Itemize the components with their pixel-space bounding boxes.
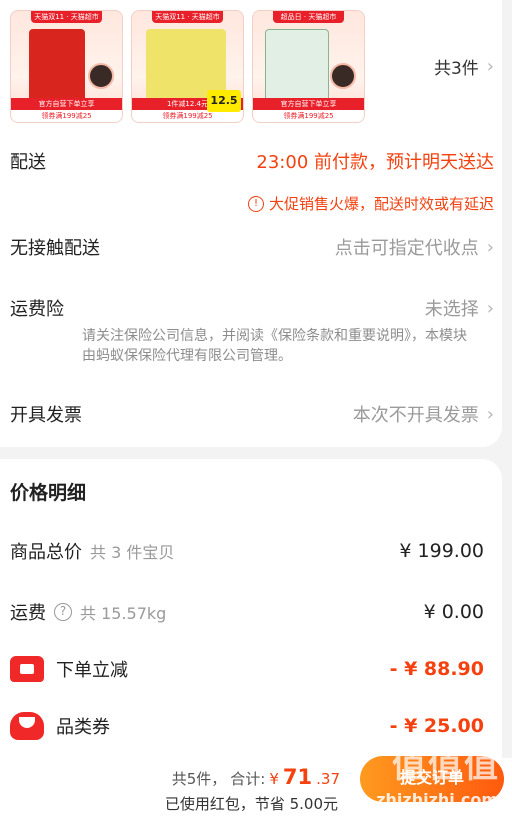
shipping-weight: 共 15.57kg xyxy=(80,604,167,623)
coupon-row: 品类券 - ¥ 25.00 xyxy=(10,712,484,740)
price-tag: 12.5 xyxy=(207,90,241,112)
insurance-label: 运费险 xyxy=(10,299,64,320)
watermark-logo: 值值值 xyxy=(392,746,500,786)
warning-icon: ! xyxy=(247,195,264,212)
product-thumbnail-2[interactable]: 天猫双11 · 天猫超市 1件减12.4元 领券满199减25 12.5 xyxy=(131,10,244,123)
chevron-right-icon: › xyxy=(486,56,494,77)
chevron-right-icon: › xyxy=(486,297,494,319)
shipping-label: 运费 xyxy=(10,603,46,624)
product-image xyxy=(29,29,85,103)
order-total: 共5件， 合计: ¥ 71 .37 xyxy=(172,765,340,789)
product-thumbnails: 天猫双11 · 天猫超市 官方自营下单立享 领券满199减25 天猫双11 · … xyxy=(10,10,365,123)
contactless-value: 点击可指定代收点 › xyxy=(335,234,494,260)
discount-row: 下单立减 - ¥ 88.90 xyxy=(10,656,484,682)
product-thumbnail-1[interactable]: 天猫双11 · 天猫超市 官方自营下单立享 领券满199减25 xyxy=(10,10,123,123)
invoice-row[interactable]: 开具发票 本次不开具发票 › xyxy=(10,401,494,427)
item-count-label: 共3件 xyxy=(433,59,479,79)
watermark-url: zhizhizhi.com xyxy=(376,790,498,809)
invoice-value-text: 本次不开具发票 xyxy=(352,405,479,426)
contactless-value-text: 点击可指定代收点 xyxy=(334,238,479,259)
delivery-eta: 23:00 前付款，预计明天送达 xyxy=(256,152,494,173)
tmall-cat-icon xyxy=(88,63,114,89)
coupon-line: 领券满199减25 xyxy=(253,110,364,122)
invoice-label: 开具发票 xyxy=(10,405,82,426)
discount-value: - ¥ 88.90 xyxy=(389,658,484,680)
goods-count: 共 3 件宝贝 xyxy=(90,543,175,562)
tmall-cat-icon xyxy=(330,63,356,89)
invoice-value: 本次不开具发票 › xyxy=(353,401,494,427)
items-count: 共5件， xyxy=(171,770,227,788)
promo-bar: 官方自营下单立享 xyxy=(253,98,364,110)
contactless-row[interactable]: 无接触配送 点击可指定代收点 › xyxy=(10,234,494,260)
total-amount-integer: 71 xyxy=(282,765,313,789)
insurance-row[interactable]: 运费险 未选择 › xyxy=(10,295,494,321)
coupon-value: - ¥ 25.00 xyxy=(389,715,484,737)
discount-label: 下单立减 xyxy=(56,660,128,681)
coupon-line: 领券满199减25 xyxy=(11,110,122,122)
discount-icon xyxy=(10,656,44,682)
insurance-description[interactable]: 请关注保险公司信息，并阅读《保险条款和重要说明》，本模块由蚂蚁保保险代理有限公司… xyxy=(82,326,472,366)
goods-total-value: ¥ 199.00 xyxy=(399,540,484,562)
delivery-row: 配送 23:00 前付款，预计明天送达 xyxy=(10,148,494,174)
promo-tag: 天猫双11 · 天猫超市 xyxy=(152,11,223,23)
chevron-right-icon: › xyxy=(486,236,494,258)
insurance-value: 未选择 › xyxy=(425,295,494,321)
total-amount-decimal: .37 xyxy=(316,770,340,788)
promo-tag: 天猫双11 · 天猫超市 xyxy=(31,11,102,23)
delay-notice-text: 大促销售火爆，配送时效或有延迟 xyxy=(268,195,494,213)
currency-symbol: ¥ xyxy=(269,770,279,788)
goods-total-row: 商品总价 共 3 件宝贝 ¥ 199.00 xyxy=(10,538,484,564)
shipping-row: 运费 ? 共 15.57kg ¥ 0.00 xyxy=(10,599,484,625)
product-image xyxy=(265,29,329,103)
price-detail-title: 价格明细 xyxy=(10,482,87,504)
total-label: 合计: xyxy=(230,770,266,788)
product-thumbnail-3[interactable]: 超品日 · 天猫超市 官方自营下单立享 领券满199减25 xyxy=(252,10,365,123)
shipping-value: ¥ 0.00 xyxy=(423,601,484,623)
goods-total-label: 商品总价 xyxy=(10,542,82,563)
delay-notice: ! 大促销售火爆，配送时效或有延迟 xyxy=(247,193,494,214)
promo-bar: 官方自营下单立享 xyxy=(11,98,122,110)
coupon-icon xyxy=(10,712,44,740)
insurance-value-text: 未选择 xyxy=(424,299,479,320)
coupon-label: 品类券 xyxy=(56,717,110,738)
chevron-right-icon: › xyxy=(486,403,494,425)
contactless-label: 无接触配送 xyxy=(10,238,100,259)
help-icon[interactable]: ? xyxy=(54,603,72,621)
red-packet-savings: 已使用红包，节省 5.00元 xyxy=(164,795,338,813)
promo-tag: 超品日 · 天猫超市 xyxy=(273,11,344,23)
delivery-label: 配送 xyxy=(10,152,46,173)
item-count-link[interactable]: 共3件 › xyxy=(434,54,494,79)
